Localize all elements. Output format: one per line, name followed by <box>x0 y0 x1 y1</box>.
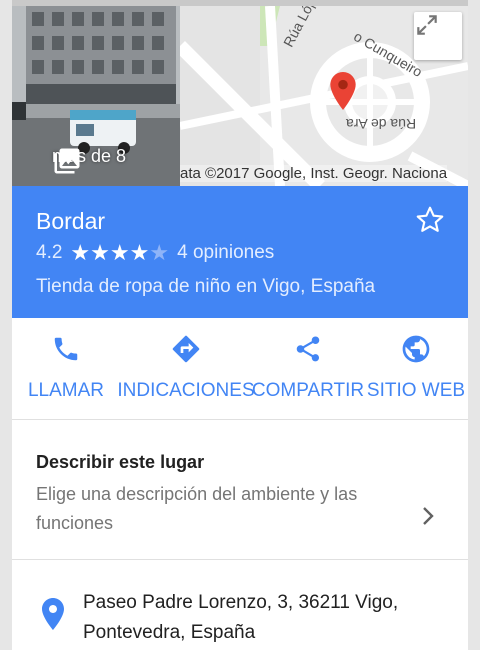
rating-value: 4.2 <box>36 242 63 263</box>
website-button[interactable]: SITIO WEB <box>364 318 468 420</box>
address-row[interactable]: Paseo Padre Lorenzo, 3, 36211 Vigo, Pont… <box>12 560 468 650</box>
place-header: Bordar 4.2 ★ ★ ★ ★ ★ 4 opiniones Tienda … <box>12 186 468 318</box>
photo-count[interactable]: más de 8 <box>52 146 126 174</box>
chevron-right-icon <box>423 507 434 525</box>
star-empty-icon: ★ <box>149 240 170 265</box>
rating-stars: ★ ★ ★ ★ ★ <box>70 242 169 264</box>
photo-library-icon <box>54 148 80 174</box>
share-button[interactable]: COMPARTIR <box>252 318 364 420</box>
hero: más de 8 Rúa López Mora o Cu <box>12 6 468 186</box>
rating-row[interactable]: 4.2 ★ ★ ★ ★ ★ 4 opiniones <box>36 242 274 264</box>
directions-label: INDICACIONES <box>117 380 255 401</box>
address-text: Paseo Padre Lorenzo, 3, 36211 Vigo, Pont… <box>83 592 399 643</box>
action-bar: LLAMAR INDICACIONES COMPARTIR SITIO WEB <box>12 318 468 420</box>
star-icon: ★ <box>90 240 110 265</box>
place-category: Tienda de ropa de niño en Vigo, España <box>36 276 376 297</box>
describe-place-row[interactable]: Describir este lugar Elige una descripci… <box>12 420 468 560</box>
photo-thumbnail[interactable]: más de 8 <box>12 6 180 186</box>
place-name: Bordar <box>36 208 106 234</box>
star-icon: ★ <box>70 240 91 265</box>
location-pin-icon <box>42 598 64 630</box>
star-icon: ★ <box>109 240 130 265</box>
map-preview[interactable]: Rúa López Mora o Cunqueiro Rúa de Ara at… <box>180 6 468 186</box>
call-button[interactable]: LLAMAR <box>12 318 120 420</box>
save-star-icon[interactable] <box>414 204 446 236</box>
review-count: 4 opiniones <box>177 242 275 263</box>
directions-button[interactable]: INDICACIONES <box>117 318 255 420</box>
directions-icon <box>172 335 200 363</box>
fullscreen-icon <box>417 15 437 35</box>
share-label: COMPARTIR <box>251 380 365 401</box>
map-pin-icon <box>330 72 356 110</box>
phone-icon <box>54 337 78 361</box>
call-label: LLAMAR <box>27 380 105 401</box>
map-street-label: Rúa de Ara <box>346 116 417 132</box>
map-attribution: ata ©2017 Google, Inst. Geogr. Naciona <box>180 165 448 182</box>
star-icon: ★ <box>129 240 150 265</box>
describe-text: Elige una descripción del ambiente y las… <box>36 484 358 533</box>
place-card: más de 8 Rúa López Mora o Cu <box>12 0 468 650</box>
globe-icon <box>402 335 430 363</box>
expand-map-button[interactable] <box>414 12 462 60</box>
share-icon <box>296 336 320 362</box>
describe-title: Describir este lugar <box>36 452 205 472</box>
website-label: SITIO WEB <box>366 380 466 401</box>
